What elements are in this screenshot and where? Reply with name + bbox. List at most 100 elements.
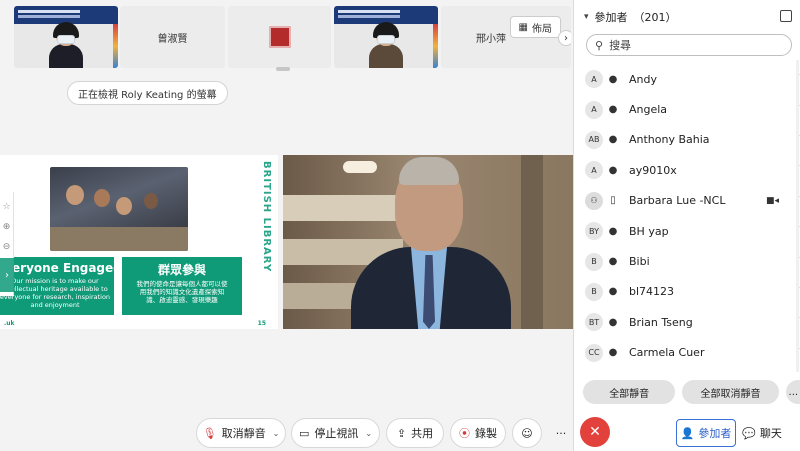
zoom-icon[interactable]: ⊕ (3, 222, 11, 232)
more-button[interactable]: ··· (546, 418, 576, 448)
more-options-button[interactable]: ... (785, 380, 800, 404)
unmute-all-button[interactable]: 全部取消靜音 (682, 380, 779, 404)
mic-icon: ● (608, 256, 618, 268)
participant-name: bl74123 (629, 285, 675, 299)
slide-photo (50, 167, 188, 251)
phone-icon: ▯ (610, 195, 616, 207)
layout-button[interactable]: ▦ 佈局 (509, 16, 561, 38)
search-placeholder: 搜尋 (609, 39, 632, 52)
close-icon: ✕ (589, 424, 601, 440)
avatar: BT (585, 313, 603, 332)
video-tile[interactable]: 曾淑賢 (120, 6, 225, 68)
participant-row[interactable]: A●ay9010x/ (574, 155, 800, 185)
slide-brand: BRITISH LIBRARY (261, 161, 272, 273)
participant-filmstrip: 曾淑賢 邢小萍 ▦ 佈局 › (0, 2, 573, 68)
chevron-down-icon[interactable]: ⌄ (273, 429, 280, 438)
chevron-down-icon[interactable]: ▾ (584, 12, 589, 22)
participant-name: Barbara Lue -NCL (629, 194, 726, 208)
video-tile[interactable] (228, 6, 331, 68)
unmute-label: 取消靜音 (221, 427, 266, 440)
participants-panel: ▾ 參加者 （201） ⚲ 搜尋 A●Andy/A●Angela/AB●Anth… (573, 0, 800, 451)
emoji-icon: ☺ (521, 426, 533, 440)
mic-icon: ● (608, 104, 618, 116)
avatar: BY (585, 222, 603, 241)
video-tile[interactable]: 邢小萍 ▦ 佈局 › (441, 6, 571, 68)
stop-video-button[interactable]: ▭ 停止視訊 ⌄ (291, 418, 380, 448)
active-speaker-video[interactable] (283, 155, 573, 329)
slide-accent (113, 24, 118, 68)
video-tile[interactable] (334, 6, 438, 68)
layout-icon: ▦ (518, 21, 528, 33)
participant-row[interactable]: ⚇▯Barbara Lue -NCL■◂/ (574, 186, 800, 216)
record-label: 錄製 (475, 427, 497, 440)
viewing-banner[interactable]: 正在檢視 Roly Keating 的螢幕 (67, 81, 228, 105)
participant-name-label: 邢小萍 (476, 33, 506, 45)
stop-video-label: 停止視訊 (314, 427, 359, 440)
pin-icon[interactable]: ☆ (2, 202, 10, 212)
chevron-right-icon[interactable]: › (558, 30, 571, 46)
chevron-right-icon[interactable]: › (0, 258, 14, 292)
avatar: AB (585, 130, 603, 149)
share-icon: ⇪ (396, 426, 407, 440)
mic-icon: ● (608, 164, 618, 176)
slide-card-en-body: Our mission is to make our intellectual … (0, 277, 111, 309)
participant-name: ay9010x (629, 163, 677, 177)
mic-icon: ● (608, 73, 618, 85)
share-label: 共用 (411, 427, 434, 440)
avatar: B (585, 252, 603, 271)
participants-header[interactable]: ▾ 參加者 （201） (574, 0, 800, 34)
slide-card-zh-title: 群眾參與 (157, 263, 206, 277)
participant-name-label: 曾淑賢 (157, 33, 188, 45)
scrollbar[interactable] (796, 60, 799, 372)
participant-row[interactable]: BY●BH yap/ (574, 216, 800, 246)
viewing-banner-text: 正在檢視 Roly Keating 的螢幕 (78, 89, 217, 101)
participant-name: Andy (629, 72, 657, 86)
participant-row[interactable]: A●Angela/ (574, 94, 800, 124)
chevron-down-icon[interactable]: ⌄ (365, 429, 372, 438)
video-tile[interactable] (14, 6, 118, 68)
more-label: ··· (555, 426, 567, 440)
participants-count: （201） (633, 11, 677, 24)
camera-icon: ■◂ (765, 195, 779, 206)
chat-tab-label: 聊天 (759, 427, 782, 440)
chat-icon: 💬 (742, 426, 756, 440)
mic-icon: ● (608, 316, 618, 328)
people-icon: 👤 (680, 426, 695, 440)
resize-handle[interactable] (276, 67, 290, 71)
camera-icon: ▭ (298, 426, 310, 440)
search-input[interactable]: ⚲ 搜尋 (586, 34, 792, 56)
mic-icon: ● (608, 286, 618, 298)
mic-icon: ● (608, 347, 618, 359)
participants-tab[interactable]: 👤 參加者 (676, 419, 736, 447)
participant-video (369, 22, 403, 68)
chat-tab[interactable]: 💬 聊天 (740, 419, 784, 447)
slide-footer: .uk 15 (0, 317, 278, 329)
participant-name: Brian Tseng (629, 315, 693, 329)
participant-row[interactable]: A●Andy/ (574, 64, 800, 94)
record-button[interactable]: ⦿ 錄製 (450, 418, 506, 448)
participant-row[interactable]: BT●Brian Tseng/ (574, 307, 800, 337)
participant-row[interactable]: B●bl74123/ (574, 277, 800, 307)
reactions-button[interactable]: ☺ (512, 418, 542, 448)
share-button[interactable]: ⇪ 共用 (386, 418, 444, 448)
participant-name: Carmela Cuer (629, 346, 705, 360)
avatar: B (585, 282, 603, 301)
shared-screen[interactable]: BRITISH LIBRARY Everyone Engaged Our mis… (0, 155, 278, 329)
mic-icon: ● (608, 225, 618, 237)
slide-page-number: 15 (257, 319, 266, 327)
mute-all-button[interactable]: 全部靜音 (583, 380, 676, 404)
participant-row[interactable]: CC●Carmela Cuer/ (574, 338, 800, 368)
avatar: A (585, 70, 603, 89)
participants-tab-label: 參加者 (698, 427, 732, 440)
participant-name: BH yap (629, 224, 669, 238)
participants-title: 參加者 (594, 11, 628, 24)
unmute-button[interactable]: 🎙 取消靜音 ⌄ (196, 418, 286, 448)
zoom-out-icon[interactable]: ⊖ (3, 242, 11, 252)
slide-card-en: Everyone Engaged Our mission is to make … (0, 257, 114, 315)
leave-meeting-button[interactable]: ✕ (580, 417, 610, 447)
participant-list: A●Andy/A●Angela/AB●Anthony Bahia/A●ay901… (574, 64, 800, 372)
participant-row[interactable]: AB●Anthony Bahia/ (574, 125, 800, 155)
mic-icon: ● (608, 134, 618, 146)
popout-icon[interactable] (780, 10, 792, 22)
participant-row[interactable]: B●Bibi/ (574, 246, 800, 276)
